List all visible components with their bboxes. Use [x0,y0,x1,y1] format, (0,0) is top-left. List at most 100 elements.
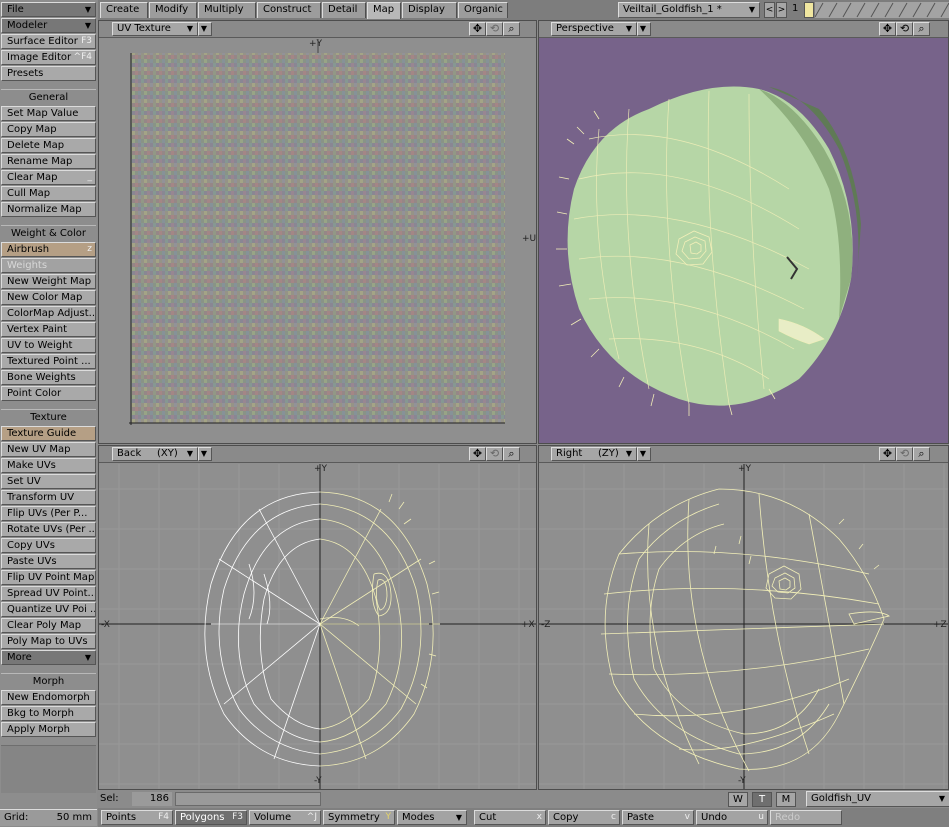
uv-texture-viewport[interactable]: UV Texture ▼ ▼ ✥ ⟲ ⌕ +Y +U [98,20,537,444]
symmetry-toggle[interactable]: Symmetry Y [323,810,395,825]
tab-multiply[interactable]: Multiply [198,2,256,18]
viewport-options-dropdown[interactable]: ▼ [198,447,212,461]
tab-modify[interactable]: Modify [149,2,197,18]
sidebar-item-transform-uv[interactable]: Transform UV [1,490,96,505]
sidebar-item-quantize-uv-poi[interactable]: Quantize UV Poi ... [1,602,96,617]
tab-create[interactable]: Create [100,2,148,18]
paste-button[interactable]: Paste v [622,810,694,825]
sidebar-item-spread-uv-point[interactable]: Spread UV Point... [1,586,96,601]
sidebar-item-textured-point[interactable]: Textured Point ... [1,354,96,369]
axis-label-top: +Y [738,464,752,474]
volume-mode-button[interactable]: Volume ^J [249,810,321,825]
rotate-view-icon[interactable]: ⟲ [486,22,503,36]
layer-slots[interactable] [815,2,949,18]
sidebar-item-copy-uvs[interactable]: Copy UVs [1,538,96,553]
sidebar-item-new-endomorph[interactable]: New Endomorph [1,690,96,705]
sidebar-item-label: ColorMap Adjust... [7,308,96,319]
sidebar-item-clear-map[interactable]: Clear Map _ [1,170,96,185]
move-view-icon[interactable]: ✥ [879,22,896,36]
viewport-options-dropdown[interactable]: ▼ [198,22,212,36]
back-view-wireframe [99,464,536,789]
rotate-view-icon[interactable]: ⟲ [486,447,503,461]
viewport-options-dropdown[interactable]: ▼ [637,22,651,36]
sidebar-item-image-editor[interactable]: Image Editor ^F4 [1,50,96,65]
zoom-view-icon[interactable]: ⌕ [913,22,930,36]
tab-detail[interactable]: Detail [322,2,366,18]
sidebar-item-set-map-value[interactable]: Set Map Value [1,106,96,121]
morph-mode-button[interactable]: M [776,792,796,807]
sidebar-item-set-uv[interactable]: Set UV [1,474,96,489]
tab-display[interactable]: Display [402,2,457,18]
fish-head-3d-mesh [556,86,861,416]
more-menu[interactable]: More ▼ [1,650,96,665]
sidebar-item-make-uvs[interactable]: Make UVs [1,458,96,473]
sidebar-item-rename-map[interactable]: Rename Map [1,154,96,169]
sidebar-item-texture-guide[interactable]: Texture Guide [1,426,96,441]
viewport-type-dropdown[interactable]: Perspective ▼ [551,22,637,36]
sidebar-item-vertex-paint[interactable]: Vertex Paint [1,322,96,337]
zoom-view-icon[interactable]: ⌕ [913,447,930,461]
points-mode-button[interactable]: Points F4 [101,810,173,825]
back-viewport[interactable]: Back (XY) ▼ ▼ ✥ ⟲ ⌕ +Y -Y -X +X [98,445,537,790]
sidebar-item-apply-morph[interactable]: Apply Morph [1,722,96,737]
rotate-view-icon[interactable]: ⟲ [896,22,913,36]
sidebar-item-label: Flip UVs (Per P... [7,508,88,519]
move-view-icon[interactable]: ✥ [469,22,486,36]
file-menu[interactable]: File ▼ [1,2,96,17]
sidebar-item-rotate-uvs-per[interactable]: Rotate UVs (Per ... [1,522,96,537]
sidebar-item-label: New Endomorph [7,692,90,703]
tab-construct[interactable]: Construct [257,2,321,18]
sidebar-item-presets[interactable]: Presets [1,66,96,81]
shortcut-hint: F3 [81,36,92,46]
viewport-type-dropdown[interactable]: UV Texture ▼ [112,22,198,36]
tab-map[interactable]: Map [367,2,401,19]
perspective-viewport[interactable]: Perspective ▼ ▼ ✥ ⟲ ⌕ [538,20,949,444]
polygons-mode-button[interactable]: Polygons F3 [175,810,247,825]
sidebar-item-weights[interactable]: Weights [1,258,96,273]
sidebar-item-delete-map[interactable]: Delete Map [1,138,96,153]
sidebar-item-point-color[interactable]: Point Color [1,386,96,401]
sidebar-item-label: Set Map Value [7,108,79,119]
right-viewport[interactable]: Right (ZY) ▼ ▼ ✥ ⟲ ⌕ +Y -Y -Z +Z [538,445,949,790]
uv-map-selector[interactable]: Goldfish_UV ▼ [806,791,949,807]
texture-mode-button[interactable]: T [752,792,772,807]
rotate-view-icon[interactable]: ⟲ [896,447,913,461]
modeler-menu[interactable]: Modeler ▼ [1,18,96,33]
sidebar-item-bkg-to-morph[interactable]: Bkg to Morph [1,706,96,721]
general-header: General [1,89,96,105]
layer-slot-active[interactable] [804,2,814,18]
sidebar-item-clear-poly-map[interactable]: Clear Poly Map [1,618,96,633]
sidebar-item-cull-map[interactable]: Cull Map [1,186,96,201]
viewport-type-dropdown[interactable]: Right (ZY) ▼ [551,447,637,461]
move-view-icon[interactable]: ✥ [469,447,486,461]
sidebar-item-airbrush[interactable]: Airbrush z [1,242,96,257]
tab-organic[interactable]: Organic [458,2,508,18]
sidebar-item-colormap-adjust[interactable]: ColorMap Adjust... [1,306,96,321]
sidebar-item-new-weight-map[interactable]: New Weight Map [1,274,96,289]
sidebar-item-normalize-map[interactable]: Normalize Map [1,202,96,217]
sidebar-item-poly-map-to-uvs[interactable]: Poly Map to UVs [1,634,96,649]
sidebar-item-flip-uvs-per-p[interactable]: Flip UVs (Per P... [1,506,96,521]
sidebar-item-paste-uvs[interactable]: Paste UVs [1,554,96,569]
object-selector[interactable]: Veiltail_Goldfish_1 * ▼ [618,2,760,18]
zoom-view-icon[interactable]: ⌕ [503,447,520,461]
zoom-view-icon[interactable]: ⌕ [503,22,520,36]
sidebar-item-uv-to-weight[interactable]: UV to Weight [1,338,96,353]
sidebar-item-surface-editor[interactable]: Surface Editor F3 [1,34,96,49]
viewport-options-dropdown[interactable]: ▼ [637,447,651,461]
prev-layer-button[interactable]: < [764,2,775,18]
undo-button[interactable]: Undo u [696,810,768,825]
sidebar-item-flip-uv-point-map[interactable]: Flip UV Point Map [1,570,96,585]
move-view-icon[interactable]: ✥ [879,447,896,461]
cut-button[interactable]: Cut x [474,810,546,825]
weight-mode-button[interactable]: W [728,792,748,807]
sidebar-item-bone-weights[interactable]: Bone Weights [1,370,96,385]
next-layer-button[interactable]: > [776,2,787,18]
viewport-type-dropdown[interactable]: Back (XY) ▼ [112,447,198,461]
sidebar-item-new-uv-map[interactable]: New UV Map [1,442,96,457]
copy-button[interactable]: Copy c [548,810,620,825]
redo-button[interactable]: Redo [770,810,842,825]
sidebar-item-copy-map[interactable]: Copy Map [1,122,96,137]
sidebar-item-new-color-map[interactable]: New Color Map [1,290,96,305]
modes-dropdown[interactable]: Modes ▼ [397,810,467,825]
